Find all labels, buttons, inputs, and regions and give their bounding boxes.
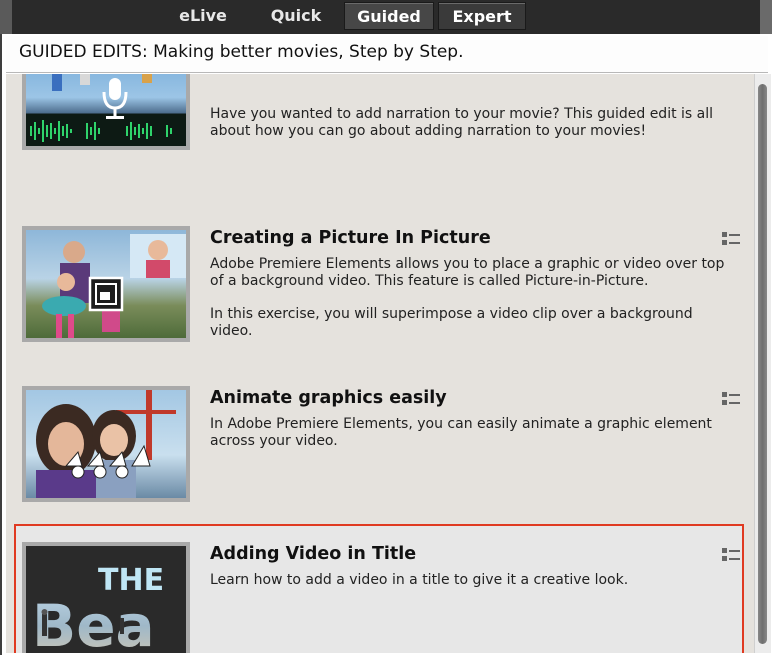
description-paragraph: Learn how to add a video in a title to g… (210, 572, 629, 588)
guided-edits-panel: GUIDED EDITS: Making better movies, Step… (2, 34, 772, 655)
tab-guided[interactable]: Guided (344, 2, 434, 30)
scrollbar-thumb[interactable] (758, 84, 767, 644)
picture-in-picture-icon (88, 276, 124, 312)
item-description: Have you wanted to add narration to your… (210, 106, 730, 156)
item-title: Adding Video in Title (210, 544, 417, 564)
item-title: Animate graphics easily (210, 388, 447, 408)
description-paragraph: In Adobe Premiere Elements, you can easi… (210, 416, 712, 449)
item-description: Adobe Premiere Elements allows you to pl… (210, 256, 730, 356)
description-paragraph: Have you wanted to add narration to your… (210, 106, 714, 139)
description-paragraph: In this exercise, you will superimpose a… (210, 306, 693, 339)
thumbnail-picture-in-picture (22, 226, 190, 342)
microphone-icon (102, 78, 128, 119)
list-item-adding-video-in-title[interactable]: THE Bea Adding Video in Title Learn how … (6, 506, 754, 653)
tab-expert[interactable]: Expert (438, 2, 526, 30)
window-edge-right (760, 0, 772, 34)
list-menu-icon[interactable] (722, 392, 740, 406)
pip-thumbnail-art (42, 234, 186, 338)
video-title-thumbnail-art: THE Bea (32, 563, 164, 653)
tab-quick[interactable]: Quick (258, 2, 334, 30)
thumbnail-adding-video-in-title: THE Bea (22, 542, 190, 653)
list-menu-icon[interactable] (722, 232, 740, 246)
narration-thumbnail-art (26, 74, 186, 146)
description-paragraph: Adobe Premiere Elements allows you to pl… (210, 256, 725, 289)
item-title: Creating a Picture In Picture (210, 228, 491, 248)
mode-bar: eLive Quick Guided Expert (0, 0, 772, 34)
list-item-narration[interactable]: Have you wanted to add narration to your… (6, 74, 754, 196)
animate-thumbnail-art (36, 390, 176, 498)
window-edge (0, 0, 12, 34)
tab-elive[interactable]: eLive (164, 2, 242, 30)
thumbnail-narration (22, 74, 190, 150)
thumbnail-animate-graphics (22, 386, 190, 502)
panel-header: GUIDED EDITS: Making better movies, Step… (6, 36, 768, 73)
item-description: Learn how to add a video in a title to g… (210, 572, 730, 605)
list-menu-icon[interactable] (722, 548, 740, 562)
list-item-animate-graphics[interactable]: Animate graphics easily In Adobe Premier… (6, 346, 754, 506)
list-item-picture-in-picture[interactable]: Creating a Picture In Picture Adobe Prem… (6, 186, 754, 346)
panel-title: GUIDED EDITS: Making better movies, Step… (19, 42, 464, 62)
guided-edit-list[interactable]: Have you wanted to add narration to your… (6, 74, 754, 653)
item-description: In Adobe Premiere Elements, you can easi… (210, 416, 730, 466)
vertical-scrollbar[interactable] (754, 74, 771, 653)
thumbnail-title-text: Bea (32, 592, 155, 653)
